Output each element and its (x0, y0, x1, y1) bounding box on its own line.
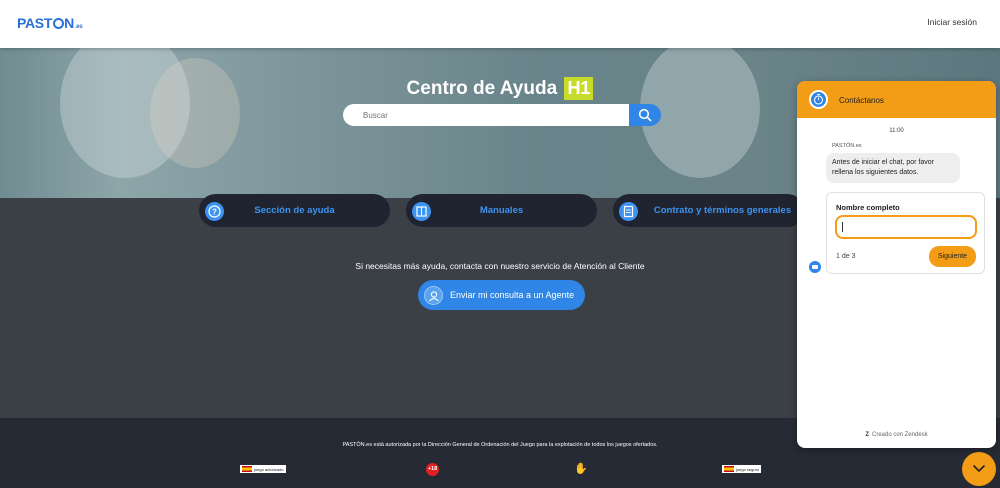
badge-text: juego autorizado (254, 467, 284, 472)
chat-avatar-icon (809, 90, 828, 109)
agent-button-label: Enviar mi consulta a un Agente (450, 290, 575, 300)
chat-minimize-button[interactable] (962, 452, 996, 486)
send-to-agent-button[interactable]: Enviar mi consulta a un Agente (418, 280, 585, 310)
badge-text: juego seguro (736, 467, 760, 472)
card-label: Sección de ayuda (254, 205, 335, 216)
juego-autorizado-badge[interactable]: juego autorizado (240, 465, 286, 473)
hero-photo-shape (150, 58, 240, 168)
stop-hand-icon[interactable]: ✋ (574, 463, 588, 476)
juego-seguro-badge[interactable]: juego seguro (722, 465, 762, 473)
login-link[interactable]: Iniciar sesión (927, 17, 977, 27)
chat-form-card: Nombre completo 1 de 3 Siguiente (826, 192, 985, 274)
search-icon (638, 108, 652, 122)
top-header: PAST N.es Iniciar sesión (0, 0, 1000, 48)
chat-sender: PASTÓN.es (832, 143, 862, 149)
form-step-indicator: 1 de 3 (836, 253, 856, 260)
next-button[interactable]: Siguiente (929, 246, 976, 267)
chat-timestamp: 11:00 (889, 128, 904, 134)
chat-title: Contáctanos (839, 96, 884, 105)
spain-flag-icon (242, 466, 252, 472)
card-help-section[interactable]: ? Sección de ayuda (199, 194, 390, 227)
card-contract-terms[interactable]: Contrato y términos generales (613, 194, 804, 227)
powered-by-zendesk[interactable]: Z Creado con Zendesk (797, 432, 996, 438)
zendesk-icon: Z (865, 432, 869, 438)
logo-tld: .es (74, 24, 83, 30)
search-bar (343, 104, 661, 126)
name-field-label: Nombre completo (836, 203, 900, 212)
title-badge: H1 (564, 77, 594, 100)
bot-avatar-icon (809, 261, 821, 273)
card-manuals[interactable]: Manuales (406, 194, 597, 227)
agent-icon (424, 286, 443, 305)
logo-text-pre: PAST (17, 15, 53, 31)
search-input[interactable] (343, 104, 630, 126)
search-button[interactable] (629, 104, 661, 126)
chat-header: Contáctanos (797, 81, 996, 118)
page-title-text: Centro de Ayuda (406, 78, 558, 99)
logo-text-post: N (64, 15, 74, 31)
full-name-input[interactable] (835, 215, 977, 239)
age-18-badge[interactable]: +18 (426, 463, 439, 476)
chat-message-bubble: Antes de iniciar el chat, por favor rell… (826, 153, 960, 183)
card-label: Contrato y términos generales (653, 205, 792, 216)
text-caret (842, 222, 843, 232)
chat-widget: Contáctanos 11:00 PASTÓN.es Antes de ini… (797, 81, 996, 448)
spain-flag-icon (724, 466, 734, 472)
pasto-logo[interactable]: PAST N.es (17, 15, 83, 31)
card-label: Manuales (479, 205, 524, 216)
chevron-down-icon (973, 465, 985, 472)
powered-by-text: Creado con Zendesk (871, 432, 928, 438)
logo-o-clock-icon (52, 18, 64, 29)
